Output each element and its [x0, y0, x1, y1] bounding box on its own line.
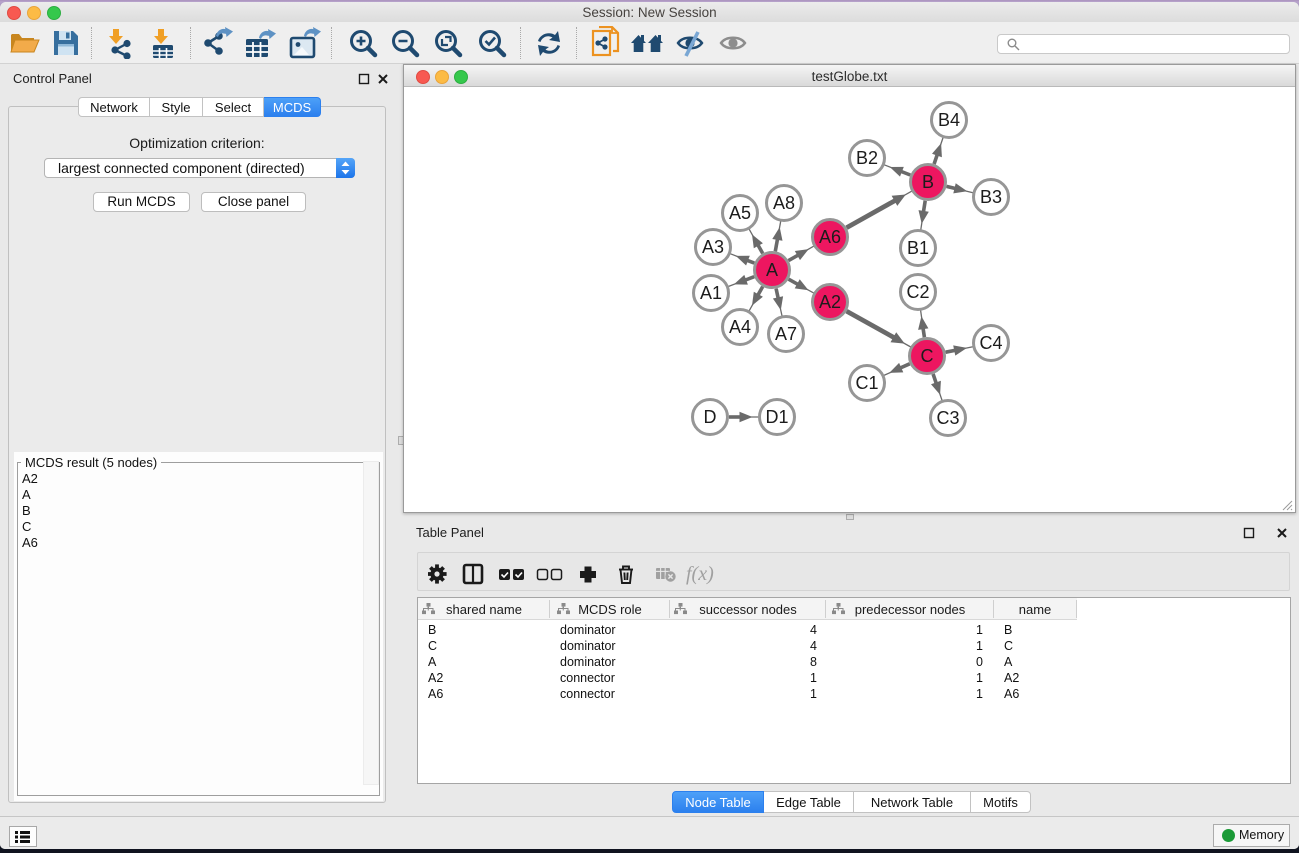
svg-text:A1: A1	[700, 283, 722, 303]
svg-text:C2: C2	[906, 282, 929, 302]
svg-text:f(x): f(x)	[686, 563, 714, 585]
svg-text:A7: A7	[775, 324, 797, 344]
svg-text:B2: B2	[856, 148, 878, 168]
svg-text:B: B	[922, 172, 934, 192]
svg-text:A5: A5	[729, 203, 751, 223]
svg-text:A6: A6	[819, 227, 841, 247]
svg-text:C3: C3	[936, 408, 959, 428]
svg-text:D: D	[704, 407, 717, 427]
svg-text:A2: A2	[819, 292, 841, 312]
svg-text:A3: A3	[702, 237, 724, 257]
svg-text:A: A	[766, 260, 778, 280]
svg-text:A8: A8	[773, 193, 795, 213]
svg-text:C4: C4	[979, 333, 1002, 353]
svg-text:C1: C1	[855, 373, 878, 393]
svg-text:B1: B1	[907, 238, 929, 258]
svg-text:B3: B3	[980, 187, 1002, 207]
svg-text:D1: D1	[765, 407, 788, 427]
svg-text:C: C	[921, 346, 934, 366]
svg-text:B4: B4	[938, 110, 960, 130]
svg-text:A4: A4	[729, 317, 751, 337]
